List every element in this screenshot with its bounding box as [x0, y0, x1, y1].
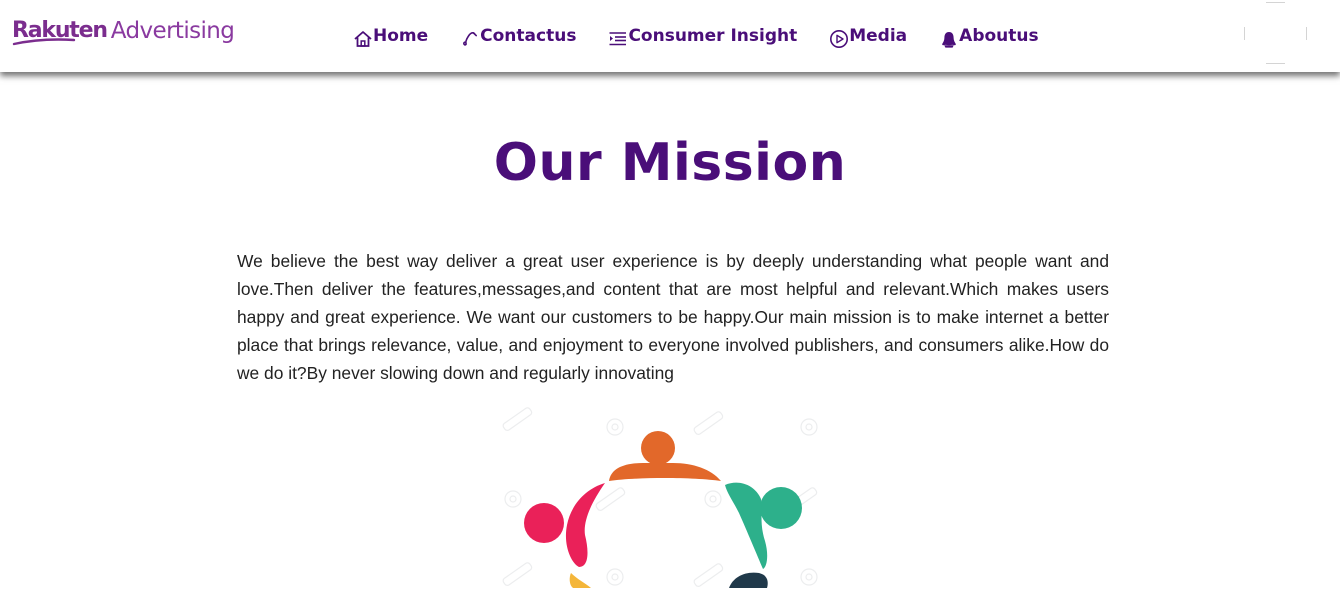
- brand-name-advertising: Advertising: [110, 18, 235, 44]
- nav-label-home: Home: [373, 26, 429, 46]
- nav-item-home[interactable]: Home: [353, 23, 428, 49]
- watermark-icon: [502, 407, 533, 431]
- figure-green: [725, 482, 802, 569]
- figure-red: [524, 483, 605, 567]
- home-icon: [353, 29, 373, 49]
- figure-orange: [609, 431, 721, 481]
- phone-icon: [460, 29, 480, 49]
- nav-label-aboutus: Aboutus: [959, 26, 1039, 46]
- user-icon: [939, 29, 959, 49]
- logo-swoosh-icon: [12, 38, 76, 46]
- header-placeholder-widget[interactable]: [1244, 2, 1307, 64]
- nav-label-contactus: Contactus: [480, 26, 577, 46]
- mission-paragraph: We believe the best way deliver a great …: [237, 251, 1109, 383]
- main-nav: Home Contactus Consumer Insight Media Ab…: [353, 20, 1039, 52]
- navbar: Rakuten Advertising Home Contactus Consu…: [0, 0, 1340, 72]
- figure-yellow: [569, 573, 591, 588]
- nav-item-aboutus[interactable]: Aboutus: [939, 23, 1039, 49]
- nav-label-consumer-insight: Consumer Insight: [628, 26, 798, 46]
- list-icon: [608, 29, 628, 49]
- nav-item-contactus[interactable]: Contactus: [460, 23, 576, 49]
- brand-logo[interactable]: Rakuten Advertising: [12, 17, 235, 51]
- nav-item-media[interactable]: Media: [829, 23, 907, 49]
- page-title: Our Mission: [493, 133, 847, 193]
- nav-label-media: Media: [849, 26, 908, 46]
- play-icon: [829, 29, 849, 49]
- team-illustration: [497, 405, 827, 588]
- figure-navy: [729, 572, 768, 588]
- nav-item-consumer-insight[interactable]: Consumer Insight: [608, 23, 797, 49]
